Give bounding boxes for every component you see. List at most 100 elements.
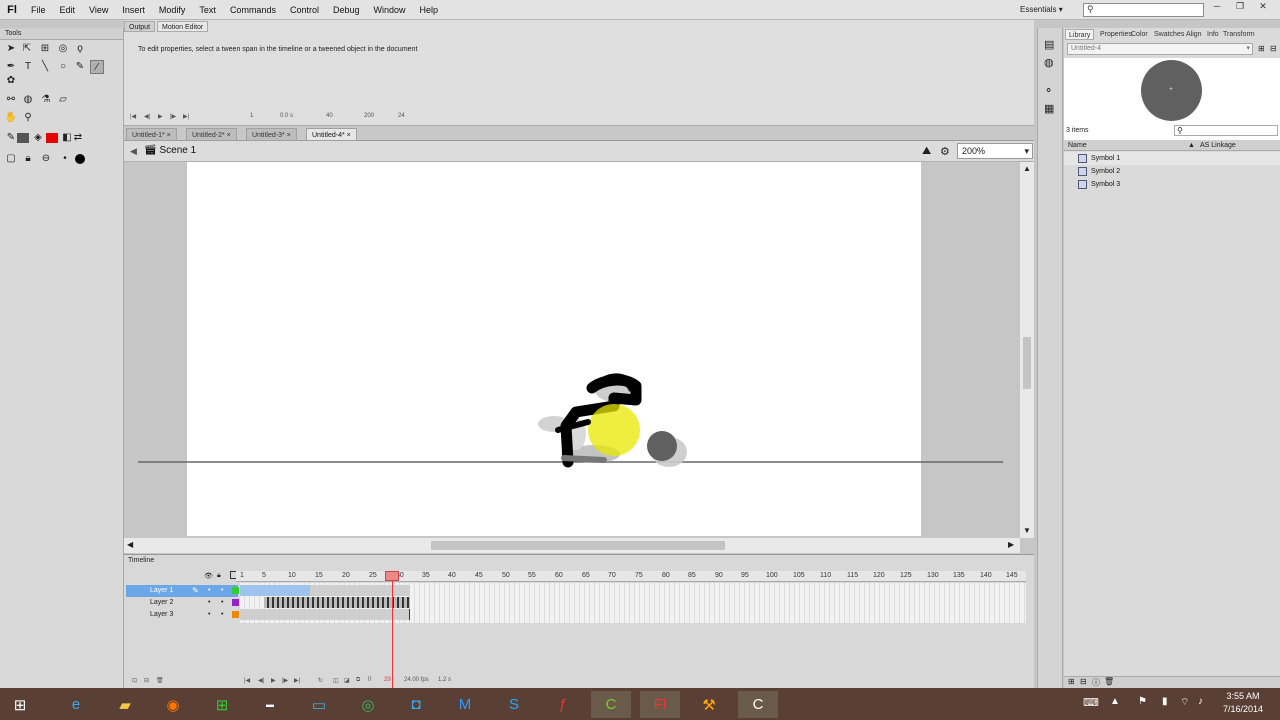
free-transform-tool-icon[interactable]: ⊞ (38, 42, 52, 56)
lock-dot[interactable]: • (221, 597, 223, 609)
next-frame-icon[interactable]: |▶ (170, 113, 176, 120)
menu-insert[interactable]: Insert (115, 0, 152, 20)
frame-grid[interactable] (240, 571, 1026, 701)
tab-color[interactable]: Color (1128, 29, 1151, 40)
playhead-marker[interactable] (385, 571, 399, 581)
store-icon[interactable]: ⊞ (202, 691, 242, 718)
stroke-color-swatch[interactable] (17, 133, 29, 143)
horizontal-scroll-thumb[interactable] (431, 541, 725, 550)
new-layer-icon[interactable]: ⊡ (132, 677, 137, 684)
help-search-input[interactable]: ⚲ (1083, 3, 1204, 17)
pencil-tool-icon[interactable]: ✎ (73, 60, 87, 74)
column-name[interactable]: Name (1068, 140, 1087, 151)
layer1-frames[interactable] (240, 585, 310, 596)
play-icon[interactable]: ▶ (158, 113, 163, 120)
document-tab[interactable]: Untitled-3* × (246, 128, 297, 141)
visibility-dot[interactable]: • (208, 585, 210, 597)
document-tab-active[interactable]: Untitled-4* × (306, 128, 357, 141)
subselection-tool-icon[interactable]: ⇱ (20, 42, 34, 56)
onion-skin-icon[interactable]: ◫ (333, 677, 339, 684)
layer3-frames[interactable] (240, 609, 410, 620)
layer-color-swatch[interactable] (232, 599, 239, 606)
deco-tool-icon[interactable]: ✿ (4, 74, 18, 88)
network-icon[interactable]: ⚑ (1138, 696, 1147, 707)
swatches-icon[interactable]: ⚬ (1044, 84, 1053, 97)
menu-file[interactable]: File (24, 0, 53, 20)
tab-motion-editor[interactable]: Motion Editor (157, 21, 209, 32)
library-search-input[interactable]: ⚲ (1174, 125, 1278, 136)
file-explorer-icon[interactable]: ▰ (105, 691, 145, 718)
edit-scene-icon[interactable]: ⛰ (922, 145, 931, 158)
last-frame-icon[interactable]: ▶| (183, 113, 189, 120)
brush-tool-icon[interactable]: ⁄ (90, 60, 104, 74)
scroll-up-icon[interactable]: ▲ (1023, 164, 1031, 173)
properties-icon[interactable]: ⓘ (1092, 677, 1100, 688)
color-panel-icon[interactable]: ◍ (1044, 56, 1054, 69)
eyedropper-tool-icon[interactable]: ⚗ (39, 93, 53, 107)
scroll-down-icon[interactable]: ▼ (1023, 526, 1031, 535)
menu-text[interactable]: Text (192, 0, 223, 20)
brush-size-icon[interactable]: • (58, 152, 72, 166)
lock-fill-icon[interactable]: 🔒︎ (21, 152, 35, 166)
swap-colors-icon[interactable]: ⇄ (71, 131, 85, 145)
keyboard-icon[interactable]: ⌨ (1083, 696, 1099, 709)
new-library-panel-icon[interactable]: ⊟ (1270, 44, 1277, 53)
document-tab[interactable]: Untitled-2* × (186, 128, 237, 141)
brush-mode-icon[interactable]: ⊖ (39, 152, 53, 166)
skype-icon[interactable]: S (494, 691, 534, 718)
camtasia-icon[interactable]: C (591, 691, 631, 718)
prev-frame-icon[interactable]: ◀| (258, 677, 264, 684)
lock-dot[interactable]: • (221, 609, 223, 621)
tab-align[interactable]: Align (1183, 29, 1205, 40)
stage-vertical-scrollbar[interactable]: ▲ ▼ (1020, 162, 1034, 538)
lock-dot[interactable]: • (221, 585, 223, 597)
edit-symbol-icon[interactable]: ⚙ (940, 145, 950, 158)
app-circle-icon[interactable]: ◎ (348, 691, 388, 718)
stroke-color-icon[interactable]: ✎ (4, 131, 18, 145)
library-item[interactable]: Symbol 1 (1064, 152, 1280, 165)
visibility-dot[interactable]: • (208, 597, 210, 609)
close-button[interactable]: ✕ (1252, 0, 1274, 14)
oval-tool-icon[interactable]: ○ (56, 60, 70, 74)
internet-explorer-icon[interactable]: e (56, 691, 96, 718)
object-drawing-icon[interactable]: ▢ (4, 152, 18, 166)
volume-icon[interactable]: ♪ (1198, 696, 1203, 707)
menu-help[interactable]: Help (413, 0, 446, 20)
bone-tool-icon[interactable]: ⚯ (4, 93, 18, 107)
tab-transform[interactable]: Transform (1220, 29, 1258, 40)
new-folder-icon[interactable]: ⊟ (1080, 677, 1087, 686)
eraser-tool-icon[interactable]: ▱ (56, 93, 70, 107)
current-frame[interactable]: 29 (384, 677, 391, 683)
restore-button[interactable]: ❐ (1229, 0, 1251, 14)
menu-edit[interactable]: Edit (53, 0, 83, 20)
3d-rotation-tool-icon[interactable]: ◎ (56, 42, 70, 56)
menu-window[interactable]: Window (367, 0, 413, 20)
workspace-switcher[interactable]: Essentials ▾ (1020, 3, 1072, 17)
show-hide-all-icon[interactable]: 👁︎ (204, 572, 213, 580)
menu-commands[interactable]: Commands (223, 0, 283, 20)
frame-rate[interactable]: 24.00 fps (404, 677, 429, 683)
new-folder-icon[interactable]: ⊟ (144, 677, 149, 684)
onion-outline-icon[interactable]: ◪ (344, 677, 350, 684)
visibility-dot[interactable]: • (208, 609, 210, 621)
close-tab-icon[interactable]: × (347, 132, 351, 139)
scene-breadcrumb[interactable]: 🎬︎ Scene 1 (144, 145, 196, 156)
zoom-tool-icon[interactable]: ⚲ (21, 111, 35, 125)
layer-color-swatch[interactable] (232, 611, 239, 618)
tab-swatches[interactable]: Swatches (1151, 29, 1187, 40)
first-frame-icon[interactable]: |◀ (244, 677, 250, 684)
frame-ruler[interactable]: 1 5 10 15 20 25 30 35 40 45 50 55 60 65 … (236, 571, 1026, 582)
tab-output[interactable]: Output (124, 21, 156, 32)
scroll-left-icon[interactable]: ◀ (127, 540, 133, 549)
close-tab-icon[interactable]: × (167, 132, 171, 139)
layer-color-swatch[interactable] (232, 587, 239, 594)
line-tool-icon[interactable]: ╲ (38, 60, 52, 74)
close-tab-icon[interactable]: × (227, 132, 231, 139)
zoom-select[interactable]: 200% ▾ (957, 143, 1033, 159)
tab-library[interactable]: Library (1065, 29, 1095, 40)
library-document-select[interactable]: Untitled-4 ▾ (1067, 43, 1253, 55)
prev-frame-icon[interactable]: ◀| (144, 113, 150, 120)
menu-debug[interactable]: Debug (326, 0, 367, 20)
motion-presets-icon[interactable]: ▤ (1044, 38, 1054, 51)
flash-player-icon[interactable]: ƒ (543, 691, 583, 718)
